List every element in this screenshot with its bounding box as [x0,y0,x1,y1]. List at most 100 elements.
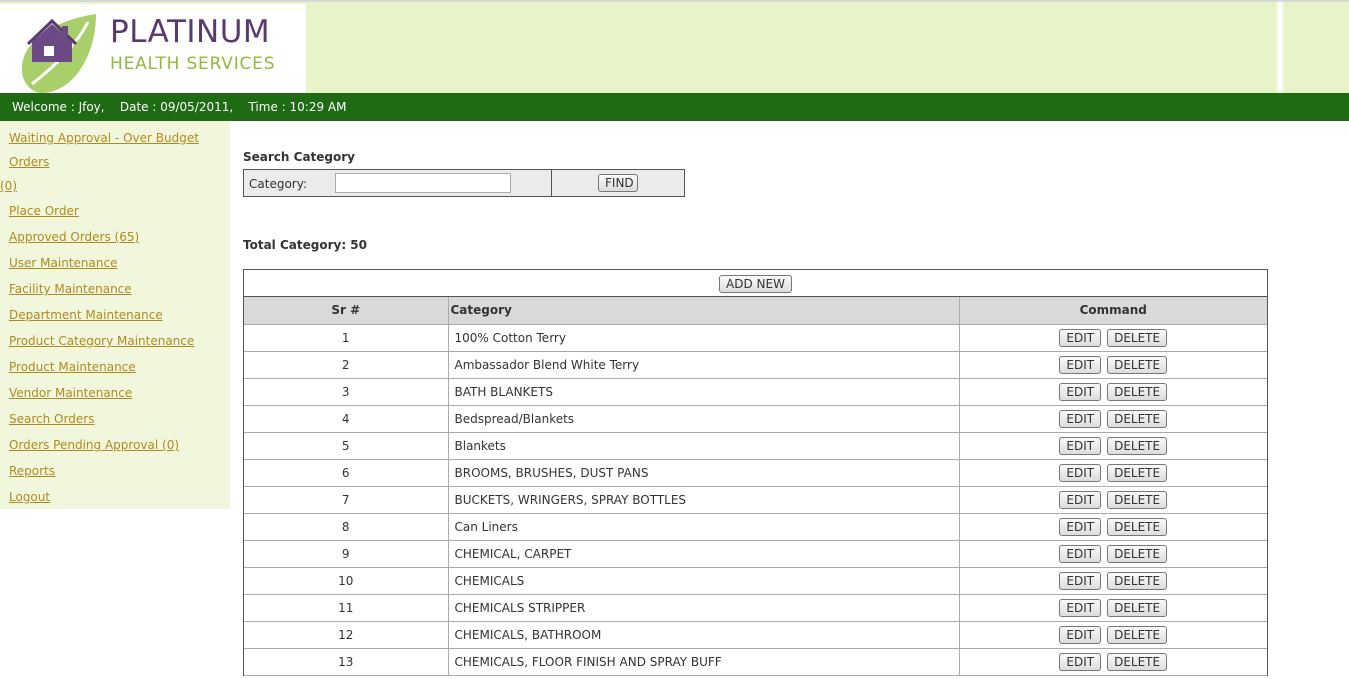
edit-button[interactable]: EDIT [1059,544,1102,563]
sidebar-item-search-orders[interactable]: Search Orders [0,406,230,432]
sidebar-item-logout[interactable]: Logout [0,484,230,510]
sidebar-item-product-maintenance[interactable]: Product Maintenance [0,354,230,380]
table-row: 7 BUCKETS, WRINGERS, SPRAY BOTTLES EDIT DEL… [244,486,1267,514]
table-row: 13 CHEMICALS, FLOOR FINISH AND SPRAY BUFF… [244,648,1267,676]
edit-button[interactable]: EDIT [1059,355,1102,374]
table-row: 11 CHEMICALS STRIPPER EDIT DELETE [244,594,1267,622]
row-sr: 3 [244,378,449,406]
delete-button[interactable]: DELETE [1107,625,1168,644]
edit-button[interactable]: EDIT [1059,328,1102,347]
edit-button[interactable]: EDIT [1059,571,1102,590]
row-sr: 7 [244,486,449,514]
row-sr: 2 [244,351,449,379]
sidebar-item-vendor-maintenance[interactable]: Vendor Maintenance [0,380,230,406]
row-category: 100% Cotton Terry [448,324,960,352]
edit-button[interactable]: EDIT [1059,517,1102,536]
row-sr: 8 [244,513,449,541]
row-category: CHEMICALS [448,567,960,595]
sidebar-item-label: Waiting Approval - Over Budget Orders [9,131,199,169]
search-panel: Category: FIND [243,169,685,197]
delete-button[interactable]: DELETE [1107,517,1168,536]
row-category: Can Liners [448,513,960,541]
delete-button[interactable]: DELETE [1107,409,1168,428]
house-leaf-logo-icon [21,14,97,94]
sidebar-item-product-category-maintenance[interactable]: Product Category Maintenance [0,328,230,354]
search-divider [551,170,552,196]
sidebar-item-user-maintenance[interactable]: User Maintenance [0,250,230,276]
category-search-input[interactable] [335,173,511,193]
sidebar-item-reports[interactable]: Reports [0,458,230,484]
table-row: 6 BROOMS, BRUSHES, DUST PANS EDIT DELETE [244,459,1267,487]
delete-button[interactable]: DELETE [1107,490,1168,509]
delete-button[interactable]: DELETE [1107,328,1168,347]
welcome-date: Date : 09/05/2011, [119,100,234,114]
brand-title: PLATINUM [110,14,271,50]
edit-button[interactable]: EDIT [1059,382,1102,401]
row-category: Bedspread/Blankets [448,405,960,433]
edit-button[interactable]: EDIT [1059,625,1102,644]
category-grid: ADD NEW Sr # Category Command 1 100% Cott… [243,269,1268,676]
row-sr: 6 [244,459,449,487]
brand-subtitle: HEALTH SERVICES [110,54,276,74]
table-row: 9 CHEMICAL, CARPET EDIT DELETE [244,540,1267,568]
total-category: Total Category: 50 [243,238,367,252]
delete-button[interactable]: DELETE [1107,652,1168,671]
row-sr: 1 [244,324,449,352]
row-commands: EDIT DELETE [959,459,1267,487]
sidebar: Waiting Approval - Over Budget Orders (0)… [0,121,230,509]
row-commands: EDIT DELETE [959,594,1267,622]
search-label: Category: [249,177,307,191]
edit-button[interactable]: EDIT [1059,463,1102,482]
delete-button[interactable]: DELETE [1107,355,1168,374]
row-commands: EDIT DELETE [959,648,1267,676]
header-decoration [1276,2,1284,95]
row-category: Ambassador Blend White Terry [448,351,960,379]
row-commands: EDIT DELETE [959,432,1267,460]
row-commands: EDIT DELETE [959,351,1267,379]
row-category: BUCKETS, WRINGERS, SPRAY BOTTLES [448,486,960,514]
edit-button[interactable]: EDIT [1059,436,1102,455]
column-header-sr[interactable]: Sr # [244,297,449,325]
delete-button[interactable]: DELETE [1107,382,1168,401]
table-row: 4 Bedspread/Blankets EDIT DELETE [244,405,1267,433]
welcome-user: Welcome : Jfoy, [12,100,105,114]
find-button[interactable]: FIND [598,174,638,192]
table-row: 8 Can Liners EDIT DELETE [244,513,1267,541]
edit-button[interactable]: EDIT [1059,490,1102,509]
row-category: BROOMS, BRUSHES, DUST PANS [448,459,960,487]
delete-button[interactable]: DELETE [1107,544,1168,563]
welcome-bar: Welcome : Jfoy, Date : 09/05/2011, Time … [0,93,1349,121]
delete-button[interactable]: DELETE [1107,571,1168,590]
header: PLATINUM HEALTH SERVICES [0,0,1349,95]
sidebar-item-orders-pending-approval[interactable]: Orders Pending Approval (0) [0,432,230,458]
row-sr: 13 [244,648,449,676]
row-sr: 12 [244,621,449,649]
row-sr: 11 [244,594,449,622]
row-category: CHEMICALS STRIPPER [448,594,960,622]
delete-button[interactable]: DELETE [1107,463,1168,482]
add-new-row: ADD NEW [244,270,1267,297]
row-commands: EDIT DELETE [959,378,1267,406]
add-new-button[interactable]: ADD NEW [719,275,792,293]
column-header-category[interactable]: Category [448,297,960,325]
category-table: Sr # Category Command 1 100% Cotton Terry… [244,297,1267,676]
delete-button[interactable]: DELETE [1107,436,1168,455]
edit-button[interactable]: EDIT [1059,652,1102,671]
sidebar-item-waiting-approval[interactable]: Waiting Approval - Over Budget Orders (0) [0,126,230,198]
sidebar-item-approved-orders[interactable]: Approved Orders (65) [0,224,230,250]
table-row: 10 CHEMICALS EDIT DELETE [244,567,1267,595]
edit-button[interactable]: EDIT [1059,409,1102,428]
delete-button[interactable]: DELETE [1107,598,1168,617]
column-header-command: Command [959,297,1267,325]
row-commands: EDIT DELETE [959,513,1267,541]
edit-button[interactable]: EDIT [1059,598,1102,617]
table-header-row: Sr # Category Command [244,297,1267,325]
row-commands: EDIT DELETE [959,324,1267,352]
table-body: 1 100% Cotton Terry EDIT DELETE 2 Ambassador … [244,324,1267,676]
sidebar-item-place-order[interactable]: Place Order [0,198,230,224]
row-commands: EDIT DELETE [959,540,1267,568]
sidebar-item-label-count: (0) [0,179,17,193]
sidebar-item-department-maintenance[interactable]: Department Maintenance [0,302,230,328]
sidebar-item-facility-maintenance[interactable]: Facility Maintenance [0,276,230,302]
row-category: BATH BLANKETS [448,378,960,406]
